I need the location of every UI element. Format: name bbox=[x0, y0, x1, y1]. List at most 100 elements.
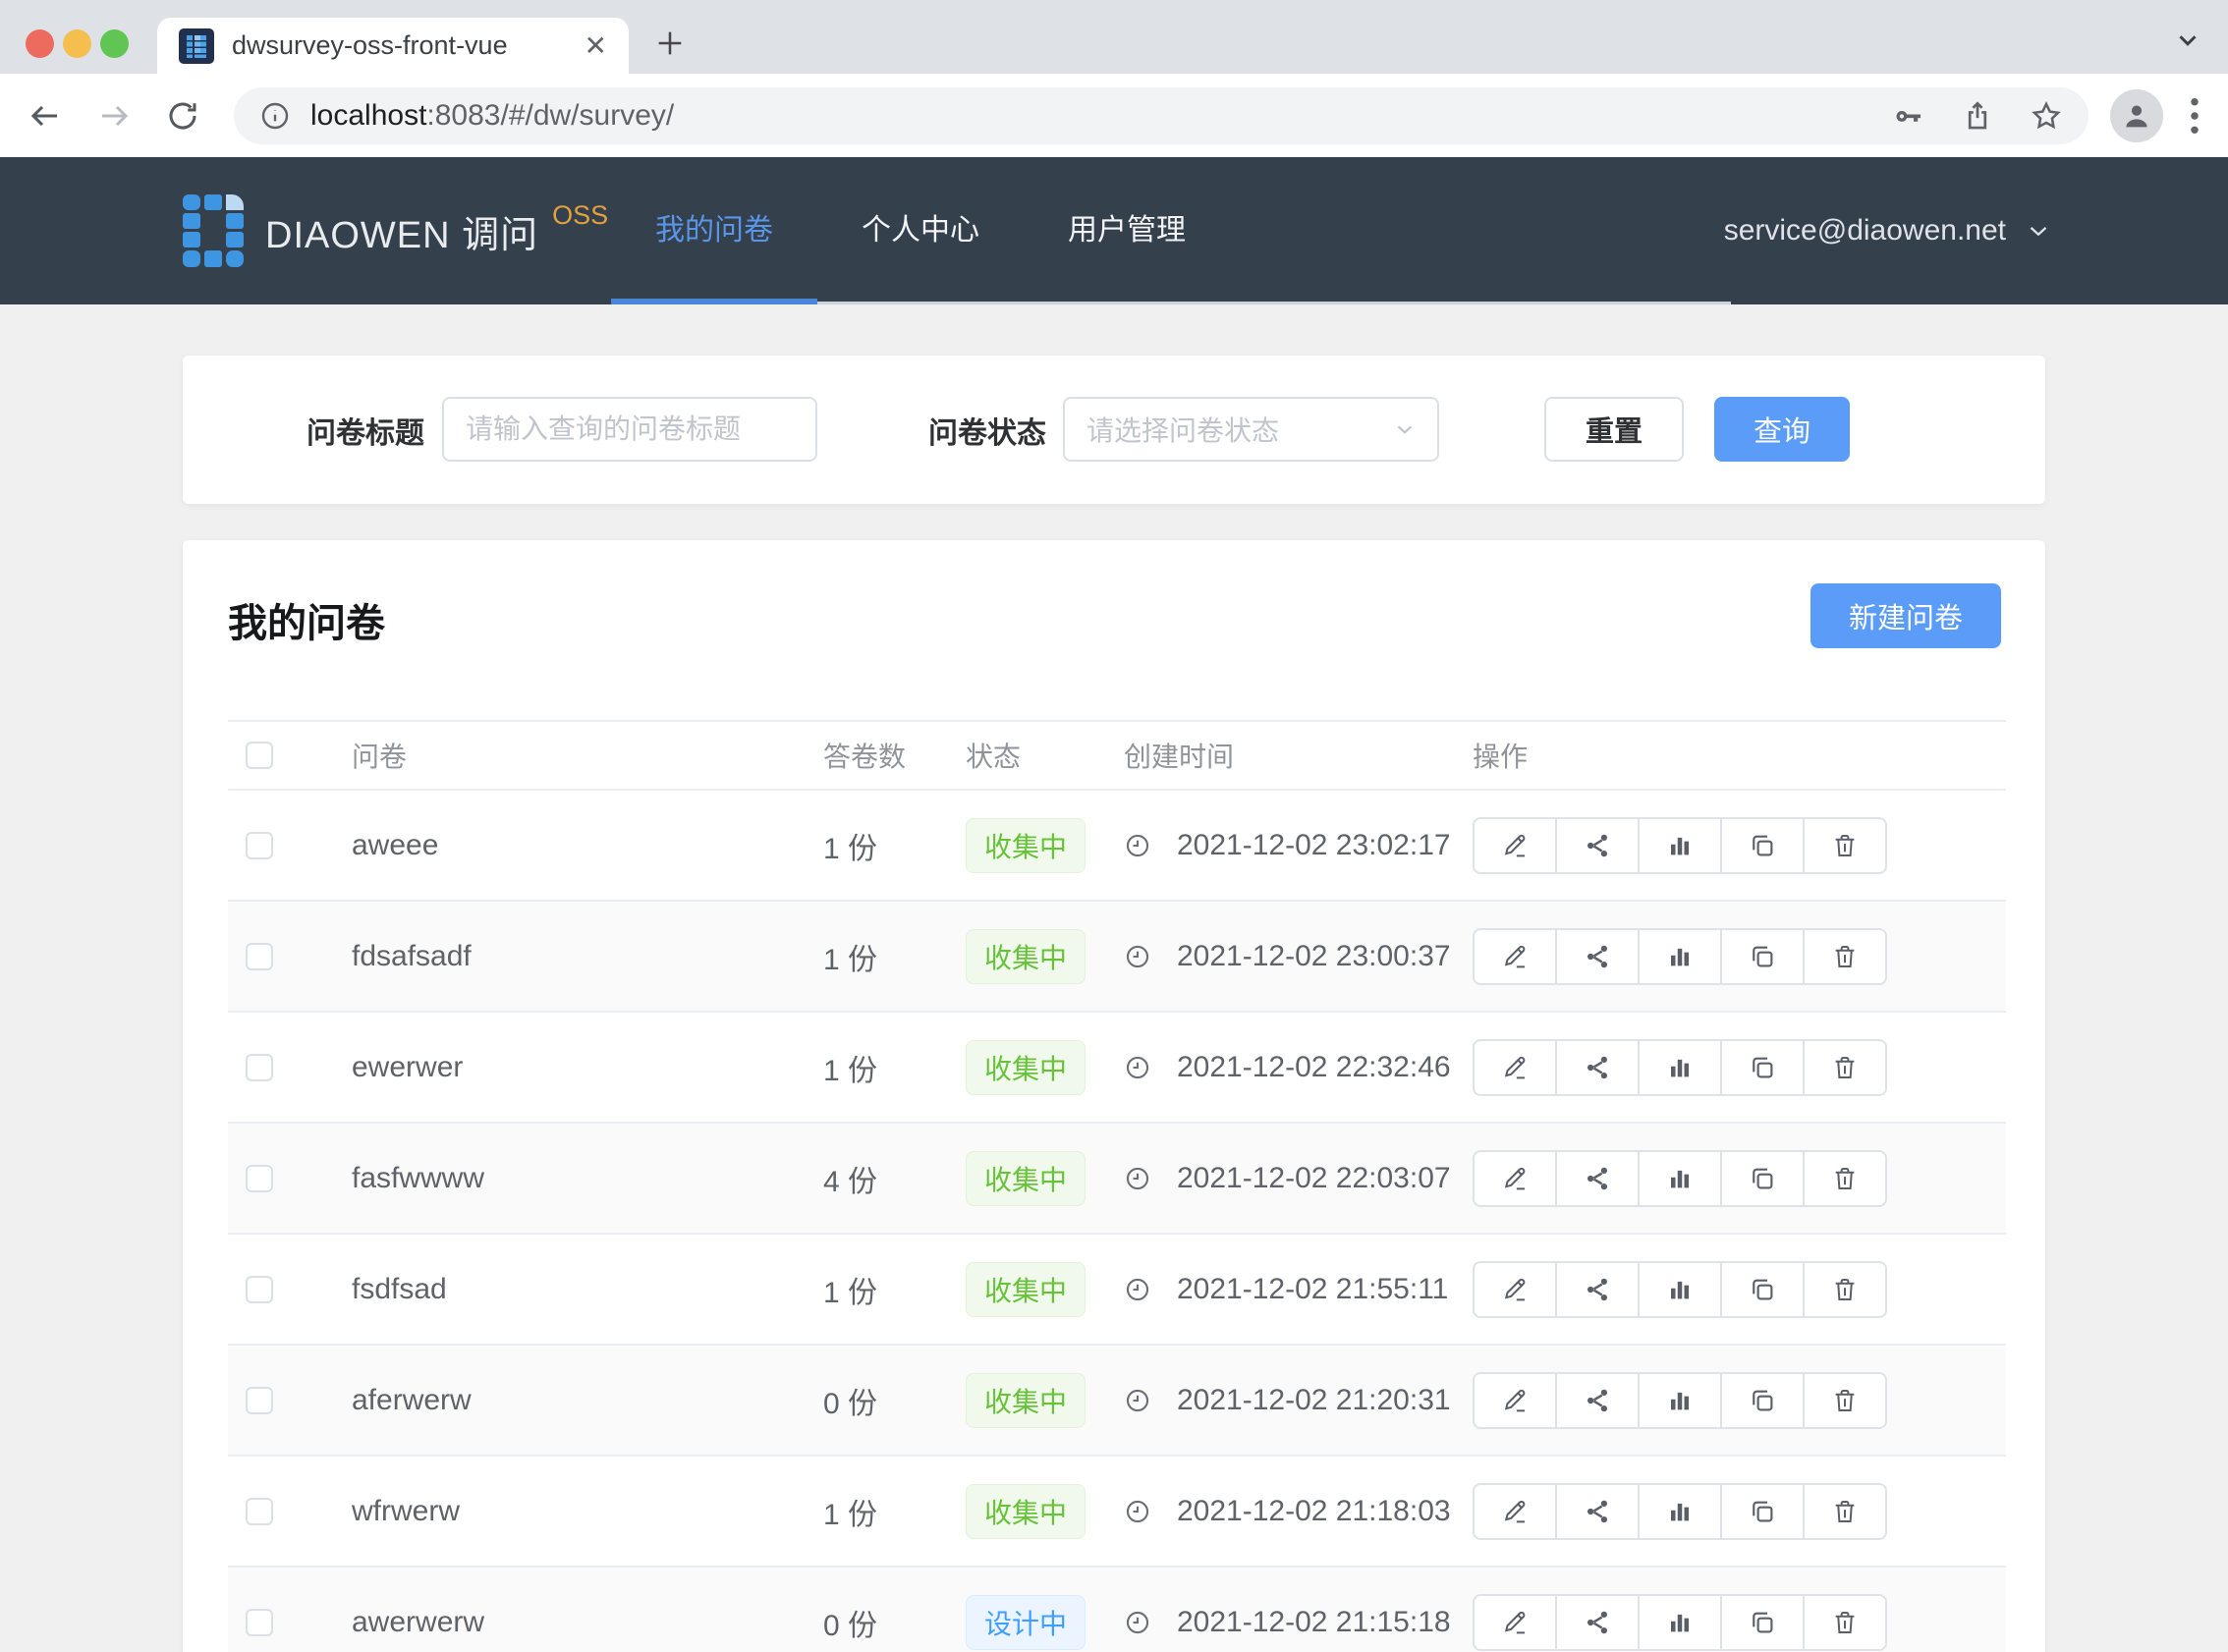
edit-button[interactable] bbox=[1473, 928, 1557, 985]
edit-button[interactable] bbox=[1473, 817, 1557, 874]
copy-button[interactable] bbox=[1720, 1039, 1805, 1096]
key-icon[interactable] bbox=[1892, 99, 1925, 133]
copy-button[interactable] bbox=[1720, 1261, 1805, 1318]
copy-button[interactable] bbox=[1720, 1483, 1805, 1540]
edit-icon bbox=[1500, 1164, 1530, 1193]
edit-button[interactable] bbox=[1473, 1039, 1557, 1096]
delete-button[interactable] bbox=[1803, 928, 1887, 985]
bar-chart-icon bbox=[1665, 1386, 1695, 1415]
title-filter-input[interactable] bbox=[442, 397, 817, 462]
row-checkbox[interactable] bbox=[246, 1609, 273, 1636]
brand-name: DIAOWEN 调问 bbox=[265, 204, 538, 258]
share-button[interactable] bbox=[1555, 928, 1640, 985]
clock-icon bbox=[1124, 1276, 1151, 1303]
share-page-icon[interactable] bbox=[1961, 99, 1994, 133]
table-row: fsdfsad 1 份 收集中 2021-12-02 21:55:11 bbox=[228, 1235, 2006, 1346]
row-checkbox[interactable] bbox=[246, 832, 273, 859]
menu-item-my-surveys[interactable]: 我的问卷 bbox=[611, 157, 817, 304]
reload-button[interactable] bbox=[165, 98, 200, 134]
edit-button[interactable] bbox=[1473, 1150, 1557, 1207]
status-badge: 收集中 bbox=[966, 818, 1086, 873]
row-checkbox[interactable] bbox=[246, 1276, 273, 1303]
stats-button[interactable] bbox=[1638, 817, 1722, 874]
stats-button[interactable] bbox=[1638, 1261, 1722, 1318]
browser-tab[interactable]: dwsurvey-oss-front-vue ✕ bbox=[157, 18, 629, 74]
edit-button[interactable] bbox=[1473, 1372, 1557, 1429]
delete-button[interactable] bbox=[1803, 1483, 1887, 1540]
reset-button[interactable]: 重置 bbox=[1544, 397, 1684, 462]
url-text[interactable]: localhost:8083/#/dw/survey/ bbox=[310, 99, 1892, 133]
edit-button[interactable] bbox=[1473, 1483, 1557, 1540]
created-time: 2021-12-02 22:03:07 bbox=[1177, 1162, 1451, 1195]
copy-button[interactable] bbox=[1720, 817, 1805, 874]
forward-icon bbox=[96, 98, 132, 134]
status-badge: 收集中 bbox=[966, 929, 1086, 984]
status-filter-select[interactable]: 请选择问卷状态 bbox=[1063, 397, 1439, 462]
menu-item-user-management[interactable]: 用户管理 bbox=[1024, 157, 1230, 304]
delete-button[interactable] bbox=[1803, 1372, 1887, 1429]
copy-button[interactable] bbox=[1720, 1594, 1805, 1651]
row-checkbox[interactable] bbox=[246, 1498, 273, 1525]
row-checkbox[interactable] bbox=[246, 943, 273, 970]
new-tab-button[interactable] bbox=[648, 22, 692, 65]
share-button[interactable] bbox=[1555, 1261, 1640, 1318]
menu-item-personal-center[interactable]: 个人中心 bbox=[817, 157, 1024, 304]
share-button[interactable] bbox=[1555, 1483, 1640, 1540]
url-bar[interactable]: localhost:8083/#/dw/survey/ bbox=[234, 87, 2089, 144]
search-button[interactable]: 查询 bbox=[1714, 397, 1850, 462]
table-row: ewerwer 1 份 收集中 2021-12-02 22:32:46 bbox=[228, 1013, 2006, 1124]
stats-button[interactable] bbox=[1638, 1372, 1722, 1429]
share-button[interactable] bbox=[1555, 1039, 1640, 1096]
stats-button[interactable] bbox=[1638, 1150, 1722, 1207]
forward-button[interactable] bbox=[96, 98, 132, 134]
user-menu[interactable]: service@diaowen.net bbox=[1724, 157, 2053, 304]
edit-button[interactable] bbox=[1473, 1261, 1557, 1318]
url-path: :8083/#/dw/survey/ bbox=[426, 99, 674, 132]
create-survey-button[interactable]: 新建问卷 bbox=[1810, 583, 2001, 648]
traffic-lights[interactable] bbox=[26, 29, 129, 58]
delete-button[interactable] bbox=[1803, 1150, 1887, 1207]
favicon bbox=[179, 28, 214, 64]
table-body: aweee 1 份 收集中 2021-12-02 23:02:17 bbox=[228, 791, 2006, 1652]
copy-button[interactable] bbox=[1720, 1372, 1805, 1429]
row-checkbox[interactable] bbox=[246, 1387, 273, 1414]
delete-button[interactable] bbox=[1803, 817, 1887, 874]
minimize-window-button[interactable] bbox=[63, 29, 91, 58]
response-count: 4 份 bbox=[806, 1157, 958, 1200]
info-icon[interactable] bbox=[259, 100, 291, 132]
share-button[interactable] bbox=[1555, 1372, 1640, 1429]
close-tab-icon[interactable]: ✕ bbox=[585, 32, 607, 60]
back-button[interactable] bbox=[28, 98, 63, 134]
browser-toolbar: localhost:8083/#/dw/survey/ bbox=[0, 74, 2228, 157]
edit-icon bbox=[1500, 831, 1530, 860]
close-window-button[interactable] bbox=[26, 29, 54, 58]
bar-chart-icon bbox=[1665, 1275, 1695, 1304]
share-button[interactable] bbox=[1555, 1594, 1640, 1651]
copy-button[interactable] bbox=[1720, 1150, 1805, 1207]
survey-name: fasfwwww bbox=[324, 1162, 806, 1195]
browser-menu-button[interactable] bbox=[2189, 96, 2200, 136]
stats-button[interactable] bbox=[1638, 928, 1722, 985]
star-icon[interactable] bbox=[2030, 99, 2063, 133]
edit-button[interactable] bbox=[1473, 1594, 1557, 1651]
tab-search-button[interactable] bbox=[2173, 26, 2202, 55]
copy-button[interactable] bbox=[1720, 928, 1805, 985]
share-button[interactable] bbox=[1555, 1150, 1640, 1207]
brand[interactable]: DIAOWEN 调问 OSS bbox=[183, 157, 608, 304]
delete-button[interactable] bbox=[1803, 1261, 1887, 1318]
filter-panel: 问卷标题 问卷状态 请选择问卷状态 重置 查询 bbox=[183, 356, 2045, 504]
zoom-window-button[interactable] bbox=[100, 29, 129, 58]
stats-button[interactable] bbox=[1638, 1594, 1722, 1651]
stats-button[interactable] bbox=[1638, 1039, 1722, 1096]
delete-button[interactable] bbox=[1803, 1594, 1887, 1651]
stats-button[interactable] bbox=[1638, 1483, 1722, 1540]
select-all-checkbox[interactable] bbox=[246, 742, 273, 769]
clock-icon bbox=[1124, 1165, 1151, 1192]
clock-icon bbox=[1124, 832, 1151, 859]
row-checkbox[interactable] bbox=[246, 1165, 273, 1192]
browser-profile-button[interactable] bbox=[2110, 89, 2163, 142]
share-icon bbox=[1583, 1608, 1612, 1637]
share-button[interactable] bbox=[1555, 817, 1640, 874]
row-checkbox[interactable] bbox=[246, 1054, 273, 1081]
delete-button[interactable] bbox=[1803, 1039, 1887, 1096]
